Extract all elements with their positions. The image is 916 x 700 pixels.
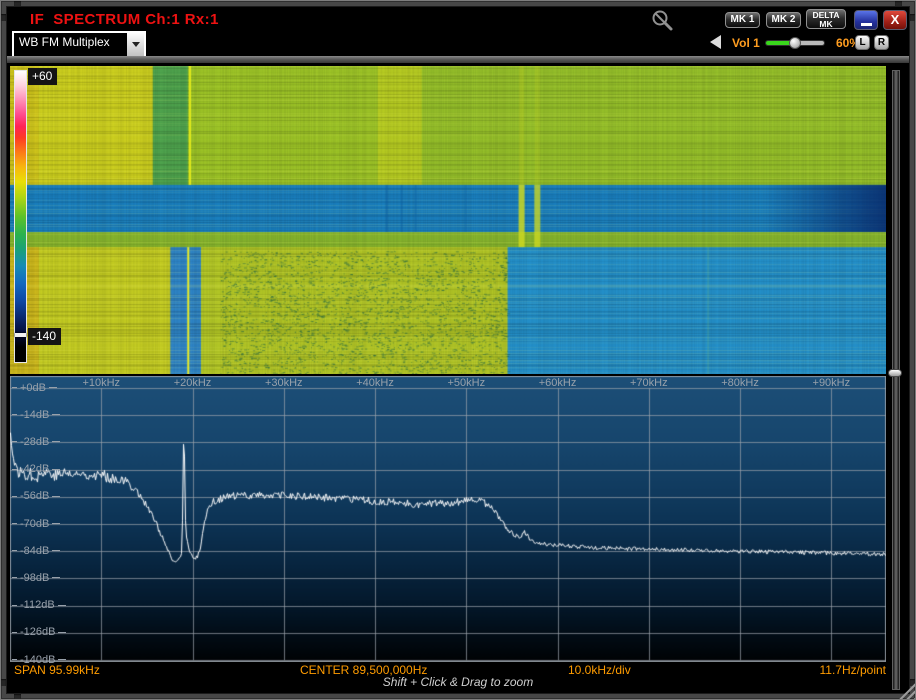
delta-marker-line2: MK xyxy=(819,19,832,29)
y-axis-tick-label: -84dB xyxy=(12,544,60,557)
x-axis-tick-label: +20kHz xyxy=(160,377,226,389)
speaker-icon[interactable] xyxy=(710,35,721,49)
x-axis-tick-label: +70kHz xyxy=(616,377,682,389)
split-ratio-thumb[interactable] xyxy=(888,369,902,377)
spectrum-canvas[interactable] xyxy=(10,376,886,662)
demod-preset-select[interactable]: WB FM Multiplex xyxy=(12,31,146,58)
waterfall-canvas[interactable] xyxy=(10,66,886,374)
audio-right-button[interactable]: R xyxy=(874,35,889,50)
minimize-icon xyxy=(861,23,872,26)
scale-max-label: +60 xyxy=(28,68,57,85)
marker1-button[interactable]: MK 1 xyxy=(725,12,760,28)
x-axis-tick-label: +30kHz xyxy=(251,377,317,389)
frame-notch xyxy=(910,14,915,21)
x-axis-tick-label: +80kHz xyxy=(707,377,773,389)
x-axis-tick-label: +60kHz xyxy=(525,377,591,389)
volume-slider[interactable] xyxy=(766,41,824,45)
audio-left-button[interactable]: L xyxy=(855,35,870,50)
x-axis-tick-label: +90kHz xyxy=(798,377,864,389)
chevron-down-icon xyxy=(132,42,140,47)
y-axis-tick-label: +0dB xyxy=(12,381,57,394)
zoom-reset-icon[interactable] xyxy=(650,8,676,34)
y-axis-tick-label: -28dB xyxy=(12,435,60,448)
x-axis-tick-label: +40kHz xyxy=(342,377,408,389)
preset-dropdown-button[interactable] xyxy=(127,33,144,56)
x-axis-tick-label: +10kHz xyxy=(68,377,134,389)
marker2-button[interactable]: MK 2 xyxy=(766,12,801,28)
frame-notch xyxy=(1,14,6,21)
panel-separator xyxy=(7,56,909,63)
close-button[interactable]: X xyxy=(883,10,907,30)
volume-label: Vol 1 xyxy=(732,36,760,50)
frame-notch xyxy=(14,694,21,699)
y-axis-tick-label: -112dB xyxy=(12,599,66,612)
frame-notch xyxy=(14,1,21,6)
volume-slider-thumb[interactable] xyxy=(789,37,801,49)
minimize-button[interactable] xyxy=(854,10,878,30)
y-axis-tick-label: -98dB xyxy=(12,571,60,584)
y-axis-tick-label: -14dB xyxy=(12,408,60,421)
zoom-hint-text: Shift + Click & Drag to zoom xyxy=(0,675,916,689)
x-axis-tick-label: +50kHz xyxy=(433,377,499,389)
window-title: IF SPECTRUM Ch:1 Rx:1 xyxy=(30,11,219,28)
demod-preset-value: WB FM Multiplex xyxy=(14,33,127,56)
split-ratio-slider[interactable] xyxy=(892,70,900,690)
colorbar-marker[interactable] xyxy=(15,333,26,337)
y-axis-tick-label: -42dB xyxy=(12,463,60,476)
scale-min-label: -140 xyxy=(28,328,61,345)
waterfall-colorbar xyxy=(14,70,27,363)
y-axis-tick-label: -56dB xyxy=(12,490,60,503)
y-axis-tick-label: -126dB xyxy=(12,626,66,639)
delta-marker-button[interactable]: DELTAMK xyxy=(806,9,846,29)
window-frame: IF SPECTRUM Ch:1 Rx:1 WB FM Multiplex MK… xyxy=(0,0,916,700)
y-axis-tick-label: -70dB xyxy=(12,517,60,530)
frame-notch xyxy=(895,1,902,6)
